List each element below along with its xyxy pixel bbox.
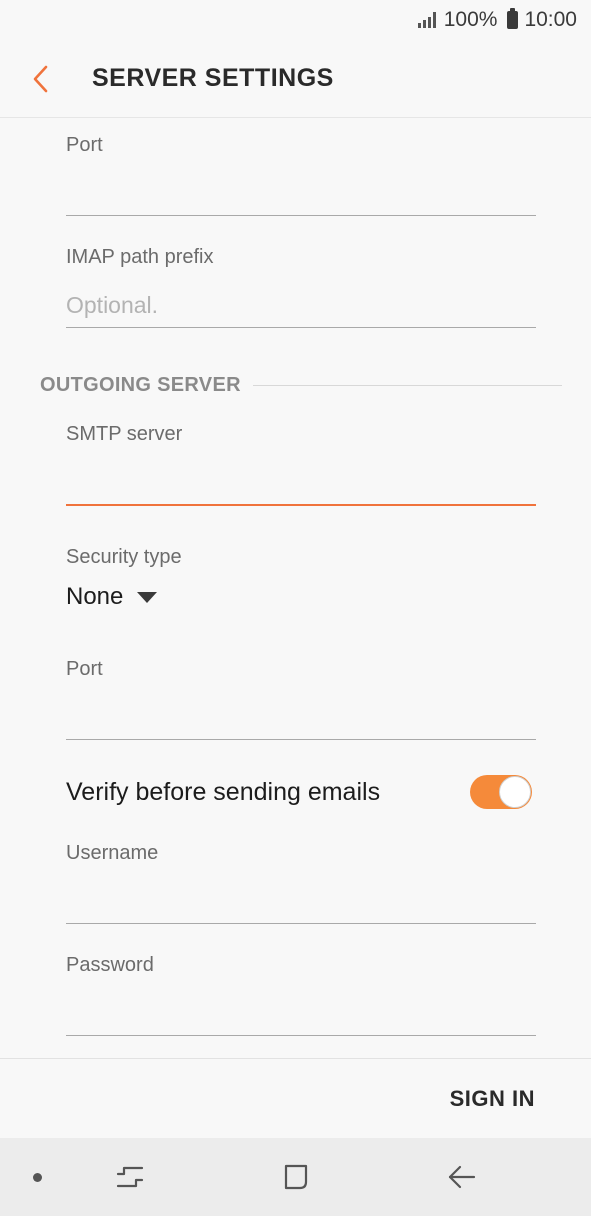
page-title: SERVER SETTINGS <box>92 64 334 92</box>
incoming-port-underline <box>66 215 536 216</box>
battery-percent: 100% <box>443 8 498 31</box>
password-label: Password <box>66 954 154 976</box>
verify-before-sending-label: Verify before sending emails <box>66 777 381 806</box>
nav-dot-icon <box>33 1173 42 1182</box>
verify-before-sending-toggle[interactable] <box>470 775 532 809</box>
status-bar: 100% 10:00 <box>0 0 591 40</box>
imap-prefix-underline <box>66 327 536 328</box>
dropdown-arrow-icon <box>137 591 158 603</box>
recent-apps-icon <box>116 1166 144 1188</box>
incoming-port-field: Port <box>66 134 536 216</box>
verify-before-sending-row: Verify before sending emails <box>66 770 532 814</box>
section-title: OUTGOING SERVER <box>40 374 241 396</box>
home-button[interactable] <box>276 1157 316 1197</box>
clock: 10:00 <box>524 8 577 31</box>
security-type-label: Security type <box>66 546 182 568</box>
bottom-action-bar: SIGN IN <box>0 1058 591 1138</box>
sign-in-button[interactable]: SIGN IN <box>450 1086 535 1112</box>
signal-icon <box>417 12 436 28</box>
incoming-port-label: Port <box>66 134 103 156</box>
username-underline <box>66 923 536 924</box>
outgoing-server-section: OUTGOING SERVER <box>40 374 562 397</box>
back-nav-button[interactable] <box>442 1157 482 1197</box>
username-label: Username <box>66 842 159 864</box>
security-type-dropdown[interactable]: None <box>66 583 536 611</box>
username-field: Username <box>66 842 536 924</box>
back-arrow-icon <box>448 1165 476 1189</box>
security-type-field: Security type None <box>66 546 536 611</box>
home-icon <box>284 1164 308 1190</box>
back-button[interactable] <box>6 40 76 118</box>
password-input[interactable] <box>66 993 536 1033</box>
outgoing-port-label: Port <box>66 658 103 680</box>
outgoing-port-input[interactable] <box>66 697 536 737</box>
password-underline <box>66 1035 536 1036</box>
security-type-value: None <box>66 583 124 610</box>
outgoing-port-underline <box>66 739 536 740</box>
smtp-server-label: SMTP server <box>66 423 183 445</box>
toggle-knob <box>499 776 531 808</box>
imap-prefix-field: IMAP path prefix <box>66 246 536 328</box>
incoming-port-input[interactable] <box>66 173 536 213</box>
smtp-server-underline <box>66 504 536 506</box>
username-input[interactable] <box>66 881 536 921</box>
smtp-server-field: SMTP server <box>66 423 536 506</box>
imap-prefix-label: IMAP path prefix <box>66 246 214 268</box>
battery-icon <box>507 8 519 29</box>
system-nav-bar <box>0 1138 591 1216</box>
screen: 100% 10:00 SERVER SETTINGS Port IMAP pat… <box>0 0 591 1216</box>
outgoing-port-field: Port <box>66 658 536 740</box>
smtp-server-input[interactable] <box>66 462 536 502</box>
chevron-left-icon <box>33 65 48 92</box>
password-field: Password <box>66 954 536 1036</box>
imap-prefix-input[interactable] <box>66 285 536 325</box>
section-divider <box>252 385 562 386</box>
recent-apps-button[interactable] <box>110 1157 150 1197</box>
app-header: SERVER SETTINGS <box>0 40 591 118</box>
